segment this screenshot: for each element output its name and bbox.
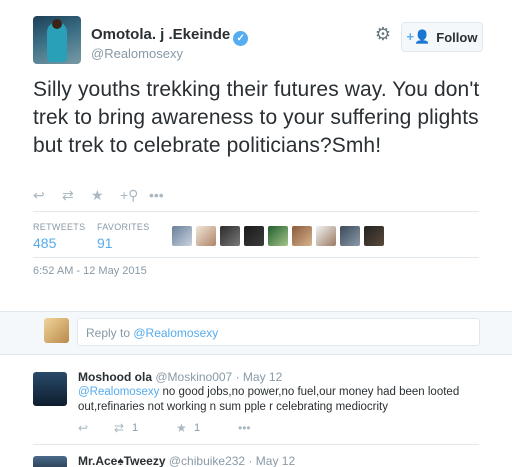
favoriter-avatar[interactable] [220, 226, 240, 246]
author-name-text[interactable]: Omotola. j .Ekeinde [91, 26, 230, 43]
reply-author-name[interactable]: Mr.Ace♠Tweezy [78, 454, 166, 467]
follow-icon[interactable]: +⚲ [120, 187, 149, 207]
follow-label: Follow [436, 29, 478, 45]
reply-input[interactable]: Reply to @Realomosexy [77, 318, 480, 346]
reply-separator: · [232, 370, 243, 384]
reply-actions: ↩ ⇄ 1 ★ 1 ••• [78, 421, 251, 435]
reply-date[interactable]: May 12 [243, 370, 282, 384]
retweet-icon[interactable]: ⇄ [62, 187, 91, 207]
author-handle[interactable]: @Realomosexy [91, 46, 183, 61]
reply-retweet-count: 1 [132, 422, 139, 434]
favoriter-avatar[interactable] [364, 226, 384, 246]
reply-header: Mr.Ace♠Tweezy @chibuike232 · May 12 [78, 454, 295, 467]
reply-prefix: Reply to [86, 326, 134, 340]
retweets-count[interactable]: 485 [33, 235, 85, 251]
reply-avatar[interactable] [33, 372, 67, 406]
reply-icon[interactable]: ↩ [78, 421, 114, 435]
reply-text: @Realomosexy no good jobs,no power,no fu… [78, 385, 488, 415]
tweet-text: Silly youths trekking their futures way.… [33, 78, 480, 157]
gear-icon[interactable]: ⚙ [374, 25, 392, 43]
reply-favorite-count: 1 [194, 422, 201, 434]
favorites-stat[interactable]: FAVORITES 91 [97, 222, 150, 251]
follow-person-icon: +👤 [406, 29, 431, 44]
reply-author-handle[interactable]: @chibuike232 [169, 454, 245, 467]
retweets-label: RETWEETS [33, 222, 86, 232]
retweet-icon[interactable]: ⇄ [114, 421, 132, 435]
more-icon[interactable]: ••• [149, 187, 178, 207]
favorite-icon[interactable]: ★ [176, 421, 194, 435]
divider [33, 257, 479, 258]
reply-author-name[interactable]: Moshood ola [78, 370, 152, 384]
author-avatar[interactable] [33, 16, 81, 64]
tweet-actions: ↩ ⇄ ★ +⚲ ••• [33, 187, 178, 207]
reply-icon[interactable]: ↩ [33, 187, 62, 207]
reply-date[interactable]: May 12 [256, 454, 295, 467]
reply-author-handle[interactable]: @Moskino007 [155, 370, 232, 384]
retweets-stat[interactable]: RETWEETS 485 [33, 222, 85, 251]
tweet-timestamp[interactable]: 6:52 AM - 12 May 2015 [33, 265, 147, 277]
favoriter-avatar[interactable] [316, 226, 336, 246]
follow-button[interactable]: +👤 Follow [401, 22, 483, 52]
favoriter-avatars [172, 226, 384, 246]
verified-icon: ✓ [233, 31, 249, 46]
favorite-icon[interactable]: ★ [91, 187, 120, 207]
favoriter-avatar[interactable] [244, 226, 264, 246]
current-user-avatar [44, 318, 69, 343]
reply-header: Moshood ola @Moskino007 · May 12 [78, 370, 282, 384]
reply-text-mention[interactable]: @Realomosexy [78, 386, 159, 398]
more-icon[interactable]: ••• [238, 421, 251, 435]
reply-mention: @Realomosexy [133, 326, 219, 340]
favorites-label: FAVORITES [97, 222, 150, 232]
reply-avatar[interactable] [33, 456, 67, 467]
favoriter-avatar[interactable] [268, 226, 288, 246]
author-name[interactable]: Omotola. j .Ekeinde ✓ [91, 26, 249, 46]
favoriter-avatar[interactable] [340, 226, 360, 246]
reply-separator: · [245, 454, 256, 467]
favorites-count[interactable]: 91 [97, 235, 150, 251]
divider [33, 211, 479, 212]
favoriter-avatar[interactable] [196, 226, 216, 246]
favoriter-avatar[interactable] [172, 226, 192, 246]
divider [33, 444, 479, 445]
favoriter-avatar[interactable] [292, 226, 312, 246]
